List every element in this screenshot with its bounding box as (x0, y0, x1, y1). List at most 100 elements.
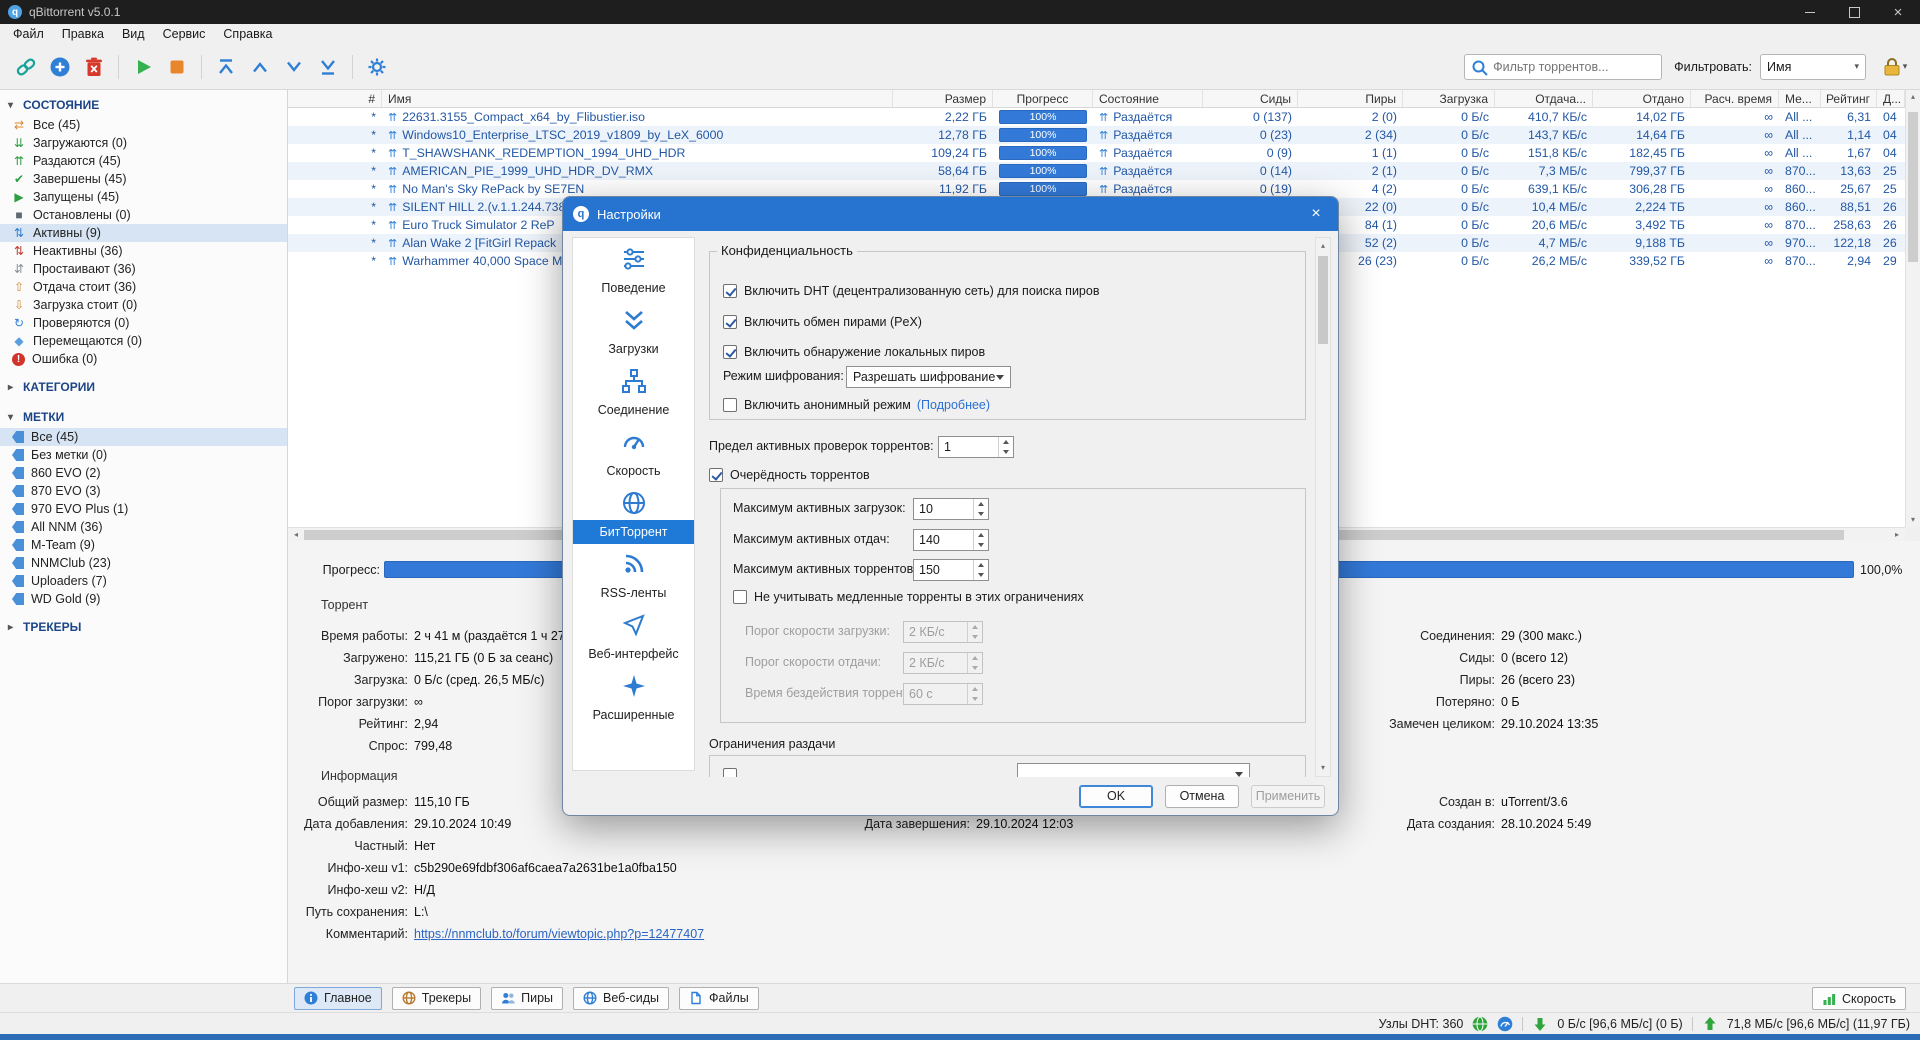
settings-nav-advanced[interactable]: Расширенные (573, 669, 694, 730)
max-active-spinner[interactable]: 150 (913, 559, 989, 581)
column-header-progress[interactable]: Прогресс (993, 90, 1093, 107)
options-gear-button[interactable] (361, 51, 393, 83)
dialog-title-bar[interactable]: Настройки × (563, 197, 1338, 231)
sidebar-section-header[interactable]: ▾ МЕТКИ (0, 406, 287, 428)
column-header-up[interactable]: Отдача... (1495, 90, 1593, 107)
sidebar-item[interactable]: ⇈ Раздаются (45) (0, 152, 287, 170)
column-header-name[interactable]: Имя (382, 90, 893, 107)
seeding-limit-checkbox[interactable] (723, 768, 737, 777)
sidebar-item[interactable]: 970 EVO Plus (1) (0, 500, 287, 518)
resume-button[interactable] (127, 51, 159, 83)
column-header-tags[interactable]: Ме... (1779, 90, 1821, 107)
sidebar-item[interactable]: ⇅ Неактивны (36) (0, 242, 287, 260)
comment-link[interactable]: https://nnmclub.to/forum/viewtopic.php?p… (414, 927, 704, 941)
sidebar-item[interactable]: ✔ Завершены (45) (0, 170, 287, 188)
settings-nav-behavior[interactable]: Поведение (573, 242, 694, 303)
sidebar-item[interactable]: ◆ Перемещаются (0) (0, 332, 287, 350)
queue-up-button[interactable] (244, 51, 276, 83)
spin-up-icon[interactable] (999, 437, 1013, 447)
settings-nav-webui[interactable]: Веб-интерфейс (573, 608, 694, 669)
queue-bottom-button[interactable] (312, 51, 344, 83)
sidebar-item[interactable]: WD Gold (9) (0, 590, 287, 608)
tab-speed[interactable]: Скорость (1812, 987, 1906, 1010)
sidebar-item[interactable]: ⇄ Все (45) (0, 116, 287, 134)
speed-limits-icon[interactable] (1497, 1016, 1513, 1032)
column-header-added[interactable]: Д... (1877, 90, 1905, 107)
lsd-checkbox[interactable] (723, 345, 737, 359)
sidebar-item[interactable]: Все (45) (0, 428, 287, 446)
tab-webseeds[interactable]: Веб-сиды (573, 986, 669, 1010)
column-header-dl[interactable]: Загрузка (1403, 90, 1495, 107)
column-header-eta[interactable]: Расч. время (1691, 90, 1779, 107)
delete-button[interactable] (78, 51, 110, 83)
sidebar-item[interactable]: ⇊ Загружаются (0) (0, 134, 287, 152)
download-speed-text[interactable]: 0 Б/с [96,6 МБ/с] (0 Б) (1557, 1017, 1682, 1031)
maximize-button[interactable] (1832, 0, 1876, 24)
sidebar-item[interactable]: ⇅ Активны (9) (0, 224, 287, 242)
sidebar-item[interactable]: ▶ Запущены (45) (0, 188, 287, 206)
ok-button[interactable]: OK (1079, 785, 1153, 808)
menu-item[interactable]: Правка (53, 24, 113, 44)
tab-trackers[interactable]: Трекеры (391, 986, 482, 1010)
anonymous-more-link[interactable]: (Подробнее) (917, 398, 990, 412)
slow-torrents-checkbox[interactable] (733, 590, 747, 604)
stop-button[interactable] (161, 51, 193, 83)
settings-scrollbar[interactable]: ▴ ▾ (1315, 237, 1331, 777)
torrent-row[interactable]: * ⇈ 22631.3155_Compact_x64_by_Flibustier.i… (288, 108, 1905, 126)
search-input[interactable] (1464, 53, 1663, 80)
sidebar-item[interactable]: 870 EVO (3) (0, 482, 287, 500)
tab-general[interactable]: Главное (294, 986, 382, 1010)
queueing-checkbox[interactable] (709, 468, 723, 482)
seeding-limit-select[interactable] (1017, 763, 1250, 777)
spin-up-icon[interactable] (974, 499, 988, 509)
scroll-down-icon[interactable]: ▾ (1906, 515, 1920, 525)
sidebar-item[interactable]: ↻ Проверяются (0) (0, 314, 287, 332)
sidebar-item[interactable]: ⇩ Загрузка стоит (0) (0, 296, 287, 314)
settings-nav-bittorrent[interactable]: БитТоррент (573, 486, 694, 547)
sidebar-item[interactable]: ⇵ Простаивают (36) (0, 260, 287, 278)
spin-down-icon[interactable] (974, 509, 988, 519)
queue-top-button[interactable] (210, 51, 242, 83)
max-uploads-spinner[interactable]: 140 (913, 529, 989, 551)
table-vertical-scrollbar[interactable]: ▴ ▾ (1905, 90, 1920, 527)
max-downloads-spinner[interactable]: 10 (913, 498, 989, 520)
menu-item[interactable]: Вид (113, 24, 154, 44)
torrent-row[interactable]: * ⇈ T_SHAWSHANK_REDEMPTION_1994_UHD_HDR 109… (288, 144, 1905, 162)
column-header-seeds[interactable]: Сиды (1203, 90, 1298, 107)
scroll-up-icon[interactable]: ▴ (1906, 92, 1920, 102)
scroll-left-icon[interactable]: ◂ (291, 530, 301, 540)
scroll-down-icon[interactable]: ▾ (1316, 763, 1330, 773)
anonymous-checkbox[interactable] (723, 398, 737, 412)
queue-down-button[interactable] (278, 51, 310, 83)
spin-down-icon[interactable] (974, 540, 988, 550)
dialog-close-button[interactable]: × (1294, 197, 1338, 231)
tab-peers[interactable]: Пиры (491, 986, 564, 1010)
sidebar-section-header[interactable]: ▸ ТРЕКЕРЫ (0, 616, 287, 638)
spin-down-icon[interactable] (999, 447, 1013, 457)
scrollbar-thumb[interactable] (1318, 256, 1328, 344)
spin-up-icon[interactable] (974, 530, 988, 540)
sidebar-section-header[interactable]: ▾ СОСТОЯНИЕ (0, 94, 287, 116)
pex-checkbox[interactable] (723, 315, 737, 329)
column-header-uploaded[interactable]: Отдано (1593, 90, 1691, 107)
column-header-peers[interactable]: Пиры (1298, 90, 1403, 107)
column-header-num[interactable]: # (288, 90, 382, 107)
spin-up-icon[interactable] (974, 560, 988, 570)
checks-limit-spinner[interactable]: 1 (938, 436, 1014, 458)
encryption-select[interactable]: Разрешать шифрование (846, 366, 1011, 388)
close-button[interactable]: × (1876, 0, 1920, 24)
add-torrent-link-button[interactable] (10, 51, 42, 83)
column-header-state[interactable]: Состояние (1093, 90, 1203, 107)
scroll-up-icon[interactable]: ▴ (1316, 241, 1330, 251)
cancel-button[interactable]: Отмена (1165, 785, 1239, 808)
sidebar-item[interactable]: 860 EVO (2) (0, 464, 287, 482)
settings-nav-downloads[interactable]: Загрузки (573, 303, 694, 364)
sidebar-item[interactable]: NNMClub (23) (0, 554, 287, 572)
filter-select[interactable]: Имя ▾ (1760, 53, 1866, 80)
add-torrent-file-button[interactable] (44, 51, 76, 83)
scrollbar-thumb[interactable] (1908, 112, 1918, 262)
connection-status-icon[interactable] (1472, 1016, 1488, 1032)
lock-icon[interactable]: ▾ (1878, 51, 1910, 83)
sidebar-item[interactable]: All NNM (36) (0, 518, 287, 536)
dht-checkbox[interactable] (723, 284, 737, 298)
